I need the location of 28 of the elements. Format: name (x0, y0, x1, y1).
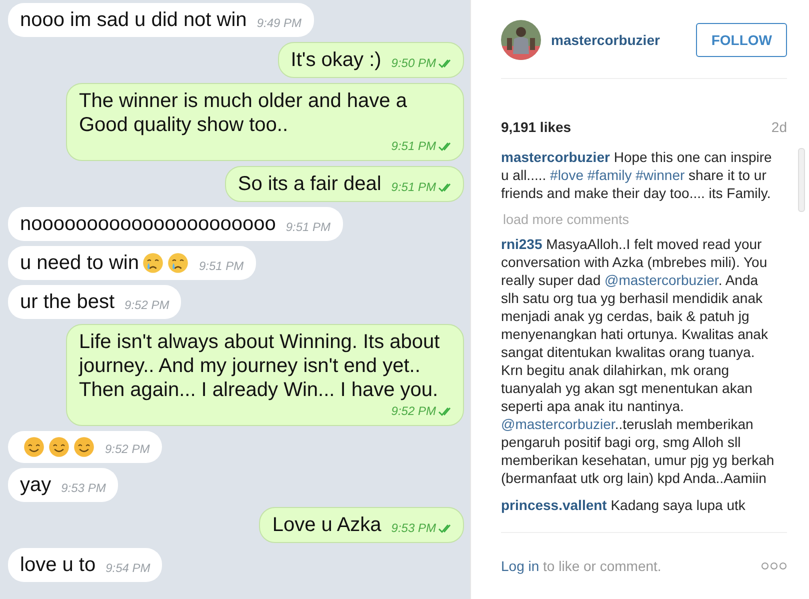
message-bubble: So its a fair deal 9:51 PM (224, 166, 464, 202)
caption-text: mastercorbuzier Hope this one can inspire u all..... #love #family #winner share it to ur friends and make their day too.... its Family. (501, 148, 773, 202)
more-options-icon[interactable] (761, 562, 787, 570)
message-bubble: yay 9:53 PM (8, 468, 118, 502)
crying-face-icon (166, 252, 189, 274)
comment-text: princess.vallent Kadang saya lupa utk (501, 496, 746, 514)
likes-count: 9,191 likes (501, 119, 572, 135)
load-more-link[interactable]: load more comments (503, 211, 775, 229)
message-bubble: u need to win 9:51 PM (8, 246, 256, 280)
login-prompt: Log in to like or comment. (501, 558, 662, 574)
message-bubble: 9:52 PM (8, 431, 162, 463)
post-age: 2d (771, 119, 787, 135)
message-bubble: nooo im sad u did not win 9:49 PM (8, 3, 314, 37)
comment-text: rni235 MasyaAlloh..I felt moved read your conversation with Azka (mbrebes mili). You really super dad @mastercorbuzier. Anda slh satu org tua yg berhasil mendidik anak menjadi anak yg cerdas, baik & patuh jg menyenangkan hati ortunya. Kwalitas anak sangat ditentukan kwalitas orang tuanya. Krn begitu anak dilahirkan, mk orang tuanyalah yg akan sgt menentukan akan seperti apa anak itu nantinya. @mastercorbuzier..teruslah memberikan pengaruh positif bagi org, smg Alloh sll memberikan kesehatan, umur pjg yg berkah (bermanfaat utk org lain) kpd Anda..Aamiin (501, 235, 775, 487)
message-bubble: love u to 9:54 PM (8, 548, 162, 582)
message-bubble: Love u Azka 9:53 PM (259, 507, 464, 543)
message-bubble: It's okay :) 9:50 PM (278, 42, 464, 78)
scrollbar[interactable] (798, 148, 805, 212)
follow-button[interactable]: FOLLOW (696, 23, 787, 57)
message-bubble: Life isn't always about Winning. Its about journey.. And my journey isn't end yet.. Then again... I already Win... I have you. 9:52 PM (66, 324, 464, 426)
username-link[interactable]: mastercorbuzier (551, 32, 686, 48)
smiling-face-icon (23, 436, 45, 458)
crying-face-icon (142, 252, 164, 274)
smiling-face-icon (73, 436, 95, 458)
smiling-face-icon (48, 436, 70, 458)
message-bubble: noooooooooooooooooooooo 9:51 PM (8, 207, 343, 241)
message-bubble: The winner is much older and have a Good quality show too.. 9:51 PM (66, 83, 464, 161)
message-bubble: ur the best 9:52 PM (8, 285, 182, 319)
